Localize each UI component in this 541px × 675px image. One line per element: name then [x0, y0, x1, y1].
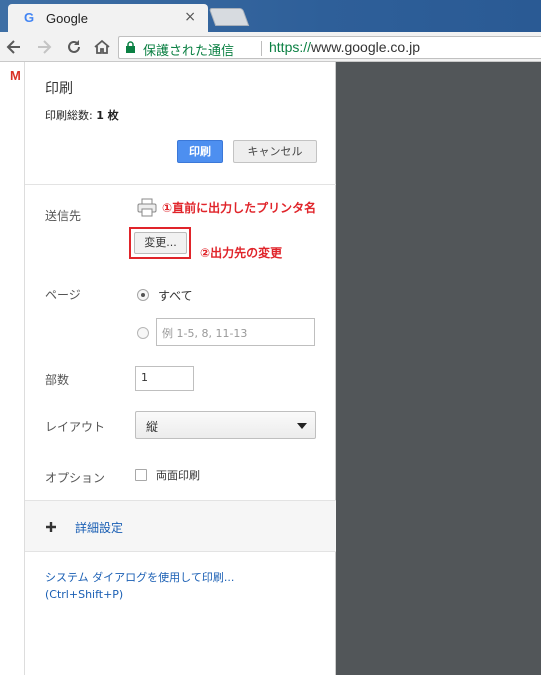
layout-select[interactable]: 縦 [135, 411, 316, 439]
print-preview-area [336, 62, 541, 675]
reload-icon[interactable] [64, 37, 84, 57]
tab-close-icon[interactable]: × [184, 9, 196, 25]
new-tab-button[interactable] [208, 8, 250, 26]
layout-value: 縦 [146, 420, 159, 434]
print-button[interactable]: 印刷 [177, 140, 223, 163]
duplex-label[interactable]: 両面印刷 [156, 467, 200, 483]
annotation-change-destination: ②出力先の変更 [200, 246, 283, 260]
url-protocol: https:// [269, 39, 312, 55]
system-dialog-label[interactable]: システム ダイアログを使用して印刷... [45, 569, 234, 586]
printer-icon [136, 196, 158, 218]
address-bar[interactable]: 保護された通信 https://www.google.co.jp [118, 36, 541, 59]
pages-range-radio[interactable] [137, 327, 149, 339]
copies-input[interactable]: 1 [135, 366, 194, 391]
back-arrow-icon[interactable] [4, 37, 24, 57]
gmail-icon[interactable]: M [10, 68, 21, 83]
change-destination-button[interactable]: 変更... [134, 232, 187, 254]
system-dialog-shortcut: (Ctrl+Shift+P) [45, 588, 124, 601]
plus-icon [45, 518, 57, 537]
lock-icon [126, 41, 135, 53]
sheet-count-label: 印刷総数: [45, 109, 97, 122]
browser-toolbar: 保護された通信 https://www.google.co.jp [0, 32, 541, 62]
tab-google[interactable]: G Google × [8, 4, 208, 32]
sheet-count-value: 1 枚 [96, 109, 119, 122]
annotation-printer-name: ①直前に出力したプリンタ名 [162, 201, 317, 215]
bookmark-gutter [0, 62, 24, 675]
print-settings-panel: 印刷 印刷総数: 1 枚 印刷 キャンセル 送信先 ①直前に出力したプリンタ名 … [24, 62, 336, 675]
more-settings-row[interactable]: 詳細設定 [25, 500, 336, 552]
home-icon[interactable] [92, 37, 112, 57]
url-host: www.google.co.jp [311, 39, 420, 55]
google-favicon-icon: G [24, 10, 35, 25]
forward-arrow-icon[interactable] [34, 37, 54, 57]
sheet-count: 印刷総数: 1 枚 [45, 107, 119, 123]
destination-label: 送信先 [45, 209, 82, 223]
address-separator [261, 41, 262, 56]
duplex-checkbox[interactable] [135, 469, 147, 481]
pages-all-label[interactable]: すべて [158, 287, 193, 304]
cancel-button[interactable]: キャンセル [233, 140, 317, 163]
copies-label: 部数 [45, 373, 70, 387]
print-title: 印刷 [45, 81, 73, 97]
dropdown-arrow-icon [297, 423, 307, 429]
section-divider [25, 184, 336, 185]
pages-all-radio[interactable] [137, 289, 149, 301]
more-settings-link[interactable]: 詳細設定 [75, 519, 123, 536]
tab-title: Google [46, 11, 88, 26]
tab-strip: G Google × [0, 0, 541, 32]
layout-label: レイアウト [45, 420, 106, 434]
pages-label: ページ [45, 288, 81, 302]
options-label: オプション [45, 471, 106, 485]
pages-range-input[interactable]: 例 1-5, 8, 11-13 [156, 318, 315, 346]
secure-connection-label[interactable]: 保護された通信 [143, 40, 234, 59]
url-text[interactable]: https://www.google.co.jp [269, 39, 420, 55]
system-dialog-link[interactable]: システム ダイアログを使用して印刷... (Ctrl+Shift+P) [45, 569, 234, 603]
